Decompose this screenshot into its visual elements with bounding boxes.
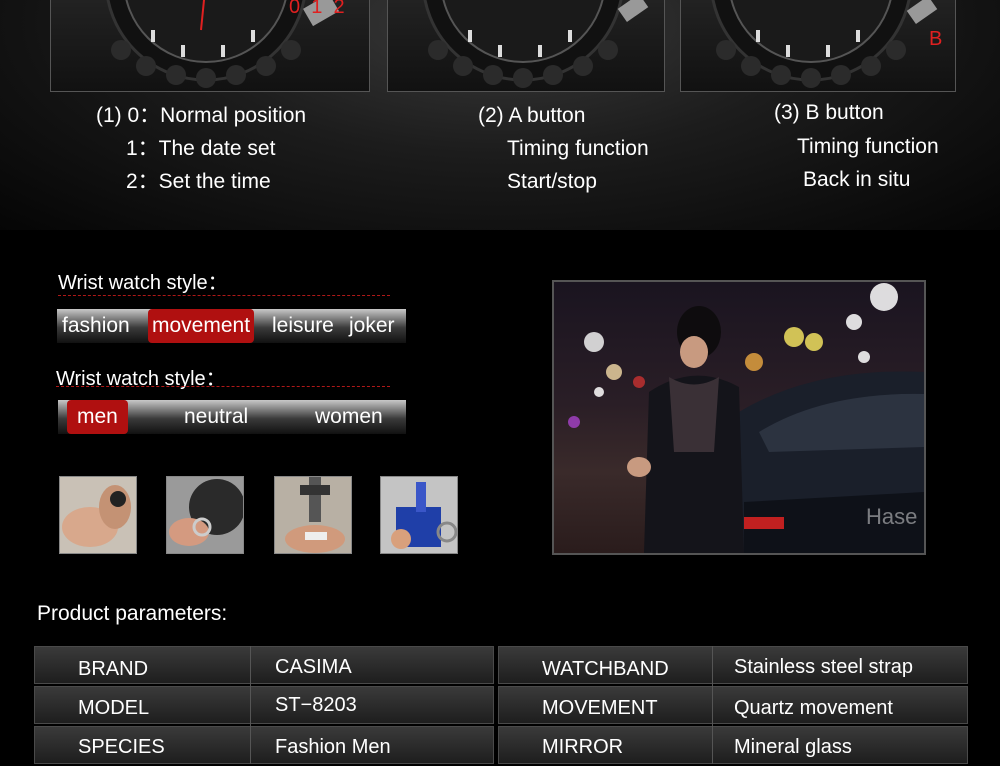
caption-a-line-3: Start/stop: [507, 170, 597, 193]
tag-neutral[interactable]: neutral: [180, 400, 252, 434]
param-value-movement: Quartz movement: [734, 697, 893, 719]
watch-image-2: [423, 0, 649, 88]
dash-divider-2: [56, 386, 390, 387]
param-key-movement: MOVEMENT: [542, 697, 658, 719]
tag-fashion[interactable]: fashion: [58, 309, 134, 343]
caption-crown-line-1: (1) 0：Normal position: [96, 104, 307, 127]
tag-movement[interactable]: movement: [148, 309, 255, 343]
caption-crown-line-3: 2：Set the time: [126, 170, 271, 193]
watch-image-3: [711, 0, 938, 88]
dash-divider-1: [58, 295, 390, 296]
param-key-mirror: MIRROR: [542, 736, 624, 758]
caption-a-line-2: Timing function: [507, 137, 649, 160]
tag-women[interactable]: women: [311, 400, 387, 434]
param-key-brand: BRAND: [78, 658, 149, 680]
lifestyle-photo: Hase: [552, 280, 926, 555]
craft-image-2: [167, 477, 243, 553]
param-value-brand: CASIMA: [275, 656, 352, 678]
craft-image-4: [381, 477, 457, 553]
caption-b-line-2: Timing function: [797, 135, 939, 158]
style-tag-bar-1: fashion movement leisure joker: [57, 309, 406, 343]
caption-a-line-1: (2) A button: [478, 104, 586, 127]
thumb-craft-2[interactable]: [166, 476, 244, 554]
param-key-model: MODEL: [78, 697, 150, 719]
param-key-species: SPECIES: [78, 736, 165, 758]
param-value-watchband: Stainless steel strap: [734, 656, 913, 678]
param-value-model: ST−8203: [275, 694, 357, 716]
caption-b-line-3: Back in situ: [803, 168, 911, 191]
thumb-craft-3[interactable]: [274, 476, 352, 554]
craft-image-3: [275, 477, 351, 553]
thumb-craft-4[interactable]: [380, 476, 458, 554]
watch-panel-2: [387, 0, 665, 92]
product-parameters-title: Product parameters:: [37, 602, 228, 625]
column-divider-2: [712, 646, 713, 764]
caption-b-line-1: (3) B button: [774, 101, 884, 124]
tag-joker[interactable]: joker: [345, 309, 399, 343]
style-label-1: Wrist watch style：: [58, 272, 228, 294]
param-value-mirror: Mineral glass: [734, 736, 852, 758]
caption-crown-line-2: 1：The date set: [126, 137, 276, 160]
photo-watermark: Hase: [866, 504, 918, 529]
column-divider-1: [250, 646, 251, 764]
tag-leisure[interactable]: leisure: [268, 309, 338, 343]
watch-panel-3: B: [680, 0, 956, 92]
param-value-species: Fashion Men: [275, 736, 391, 758]
watch-panel-1: 0 1 2: [50, 0, 370, 92]
param-key-watchband: WATCHBAND: [542, 658, 669, 680]
style-tag-bar-2: men neutral women: [58, 400, 406, 434]
craft-image-1: [60, 477, 136, 553]
thumb-craft-1[interactable]: [59, 476, 137, 554]
crown-position-labels: 0 1 2: [289, 0, 345, 18]
tag-men[interactable]: men: [67, 400, 128, 434]
b-button-label: B: [929, 28, 943, 50]
product-parameters-table: BRAND CASIMA WATCHBAND Stainless steel s…: [34, 646, 968, 764]
